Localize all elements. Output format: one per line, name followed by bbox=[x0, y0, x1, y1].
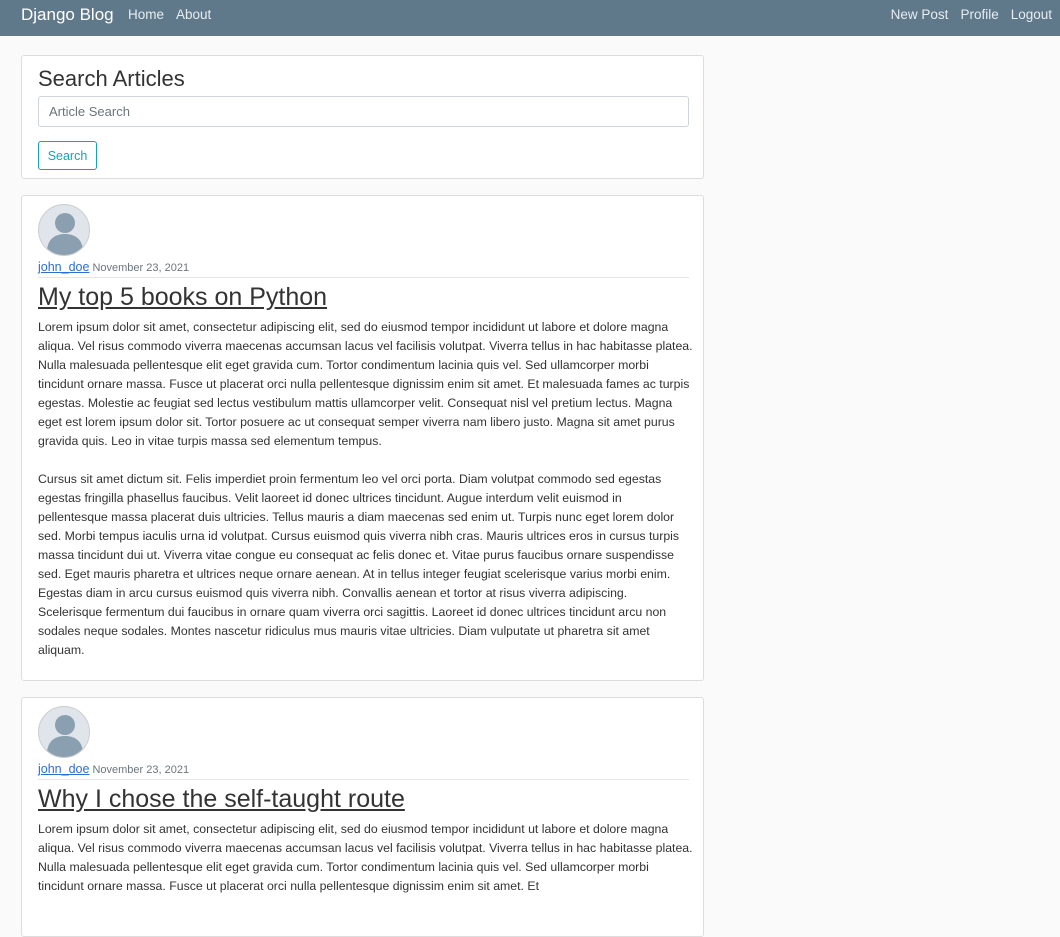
nav-left-links: Home About bbox=[128, 7, 211, 23]
post-card: john_doe November 23, 2021 Why I chose th… bbox=[21, 697, 704, 937]
search-input[interactable] bbox=[38, 96, 689, 127]
user-avatar-icon bbox=[39, 707, 89, 757]
avatar[interactable] bbox=[38, 706, 90, 758]
nav-link-new-post[interactable]: New Post bbox=[891, 7, 949, 23]
navbar: Django Blog Home About New Post Profile … bbox=[0, 0, 1060, 36]
post-title-link[interactable]: My top 5 books on Python bbox=[38, 282, 327, 312]
nav-link-about[interactable]: About bbox=[176, 7, 211, 23]
avatar[interactable] bbox=[38, 204, 90, 256]
nav-link-home[interactable]: Home bbox=[128, 7, 164, 23]
post-body: Lorem ipsum dolor sit amet, consectetur … bbox=[38, 820, 693, 896]
post-date: November 23, 2021 bbox=[92, 262, 190, 274]
search-button[interactable]: Search bbox=[38, 141, 97, 170]
author-link[interactable]: john_doe bbox=[38, 260, 89, 274]
post-card: john_doe November 23, 2021 My top 5 books… bbox=[21, 195, 704, 681]
post-paragraph: Cursus sit amet dictum sit. Felis imperd… bbox=[38, 472, 680, 657]
author-link[interactable]: john_doe bbox=[38, 762, 89, 776]
post-date: November 23, 2021 bbox=[92, 764, 190, 776]
post-paragraph: Lorem ipsum dolor sit amet, consectetur … bbox=[38, 822, 693, 893]
post-body: Lorem ipsum dolor sit amet, consectetur … bbox=[38, 318, 693, 660]
post-meta: john_doe November 23, 2021 bbox=[38, 260, 689, 278]
nav-right-links: New Post Profile Logout bbox=[891, 7, 1052, 23]
nav-link-logout[interactable]: Logout bbox=[1011, 7, 1052, 23]
post-title-link[interactable]: Why I chose the self-taught route bbox=[38, 784, 405, 814]
brand-link[interactable]: Django Blog bbox=[21, 4, 114, 26]
post-meta: john_doe November 23, 2021 bbox=[38, 762, 689, 780]
nav-link-profile[interactable]: Profile bbox=[960, 7, 998, 23]
post-paragraph: Lorem ipsum dolor sit amet, consectetur … bbox=[38, 320, 693, 448]
user-avatar-icon bbox=[39, 205, 89, 255]
search-card: Search Articles Search bbox=[21, 55, 704, 179]
search-title: Search Articles bbox=[38, 66, 185, 91]
